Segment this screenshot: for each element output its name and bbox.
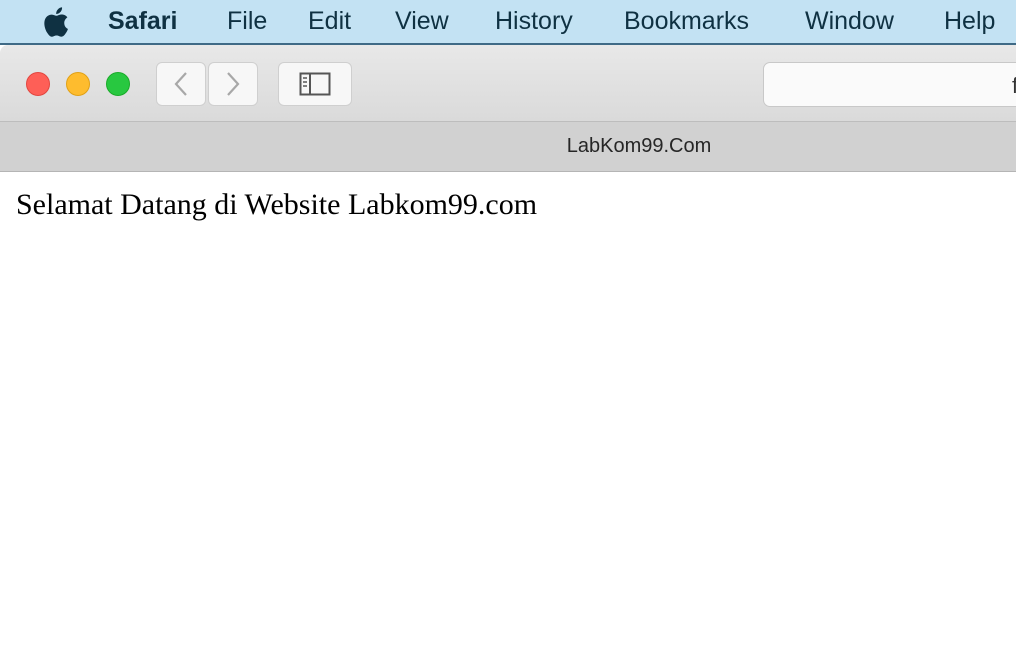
menu-view[interactable]: View [395,7,449,36]
menu-bar: Safari File Edit View History Bookmarks … [0,0,1016,45]
minimize-button[interactable] [66,72,90,96]
address-text: f [1012,73,1016,98]
menu-window[interactable]: Window [805,7,894,36]
close-button[interactable] [26,72,50,96]
chevron-right-icon [227,72,240,96]
menu-edit[interactable]: Edit [308,7,351,36]
apple-icon[interactable] [40,5,70,39]
address-bar[interactable]: f [763,62,1016,107]
menu-bookmarks[interactable]: Bookmarks [624,7,749,36]
back-button[interactable] [156,62,206,106]
menu-help[interactable]: Help [944,7,995,36]
menu-safari[interactable]: Safari [108,7,177,36]
tab-bar: LabKom99.Com [0,122,1016,172]
tab-title[interactable]: LabKom99.Com [567,135,712,158]
page-text: Selamat Datang di Website Labkom99.com [16,188,538,221]
chevron-left-icon [174,72,187,96]
zoom-button[interactable] [106,72,130,96]
toolbar: f [0,45,1016,122]
sidebar-icon [299,72,331,96]
forward-button[interactable] [208,62,258,106]
menu-history[interactable]: History [495,7,573,36]
menu-file[interactable]: File [227,7,267,36]
sidebar-button[interactable] [278,62,352,106]
